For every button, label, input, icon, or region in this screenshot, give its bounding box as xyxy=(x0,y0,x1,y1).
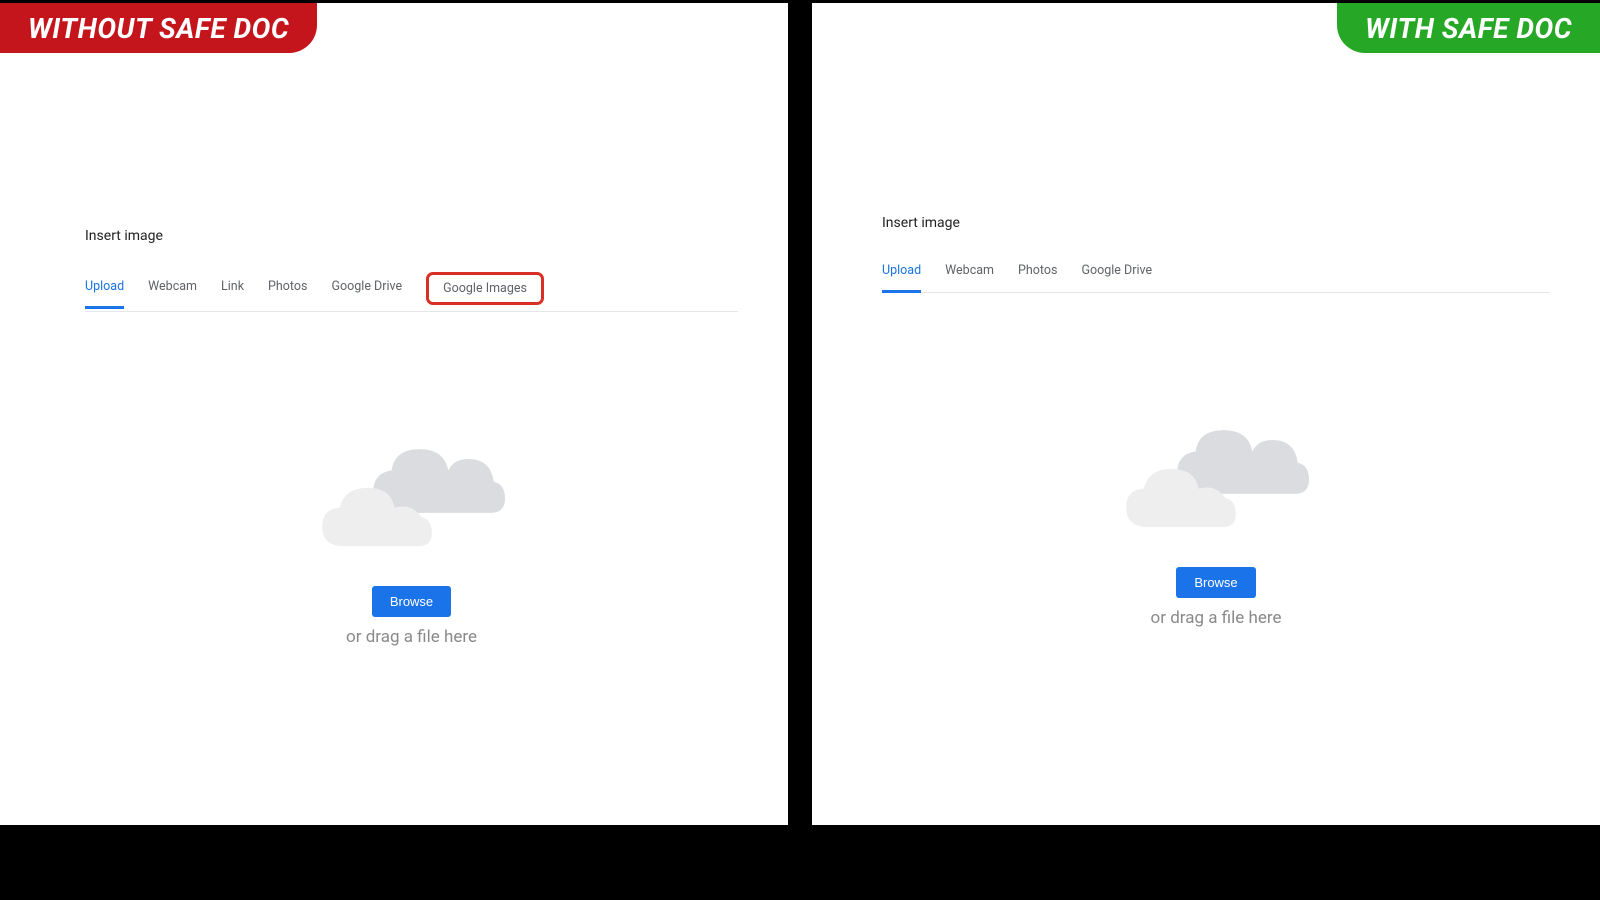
cloud-upload-icon xyxy=(1116,423,1316,533)
badge-with-safedoc: WITH SAFE DOC xyxy=(1337,3,1600,53)
tabs-row: Upload Webcam Photos Google Drive xyxy=(882,263,1550,293)
tab-google-images[interactable]: Google Images xyxy=(426,272,544,305)
tab-link[interactable]: Link xyxy=(221,279,244,308)
tab-upload[interactable]: Upload xyxy=(85,279,124,308)
panel-without-safedoc: WITHOUT SAFE DOC Insert image Upload Web… xyxy=(0,3,788,825)
badge-label: WITH SAFE DOC xyxy=(1365,12,1572,45)
cloud-upload-icon xyxy=(312,442,512,552)
tab-google-drive[interactable]: Google Drive xyxy=(331,279,402,308)
tab-google-drive[interactable]: Google Drive xyxy=(1081,263,1152,292)
tab-photos[interactable]: Photos xyxy=(268,279,307,308)
browse-button[interactable]: Browse xyxy=(372,586,451,617)
tab-webcam[interactable]: Webcam xyxy=(148,279,197,308)
dialog-title: Insert image xyxy=(882,215,1550,231)
badge-label: WITHOUT SAFE DOC xyxy=(28,12,289,45)
browse-button[interactable]: Browse xyxy=(1176,567,1255,598)
insert-image-dialog: Insert image Upload Webcam Photos Google… xyxy=(882,215,1550,628)
badge-without-safedoc: WITHOUT SAFE DOC xyxy=(0,3,317,53)
tab-photos[interactable]: Photos xyxy=(1018,263,1057,292)
drag-file-text: or drag a file here xyxy=(346,627,477,647)
tab-webcam[interactable]: Webcam xyxy=(945,263,994,292)
insert-image-dialog: Insert image Upload Webcam Link Photos G… xyxy=(85,228,738,647)
tabs-row: Upload Webcam Link Photos Google Drive G… xyxy=(85,276,738,312)
tab-upload[interactable]: Upload xyxy=(882,263,921,292)
upload-area[interactable]: Browse or drag a file here xyxy=(882,423,1550,628)
dialog-title: Insert image xyxy=(85,228,738,244)
comparison-container: WITHOUT SAFE DOC Insert image Upload Web… xyxy=(0,0,1600,900)
drag-file-text: or drag a file here xyxy=(1151,608,1282,628)
panel-with-safedoc: WITH SAFE DOC Insert image Upload Webcam… xyxy=(812,3,1600,825)
upload-area[interactable]: Browse or drag a file here xyxy=(85,442,738,647)
